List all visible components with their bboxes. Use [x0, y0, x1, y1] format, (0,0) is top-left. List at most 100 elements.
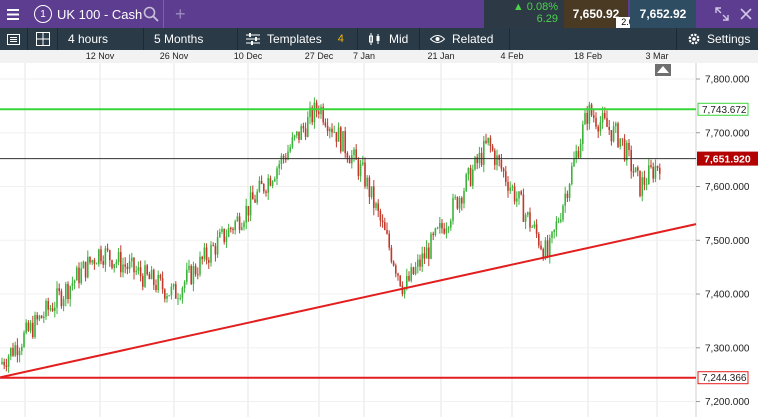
candle-body: [221, 228, 223, 232]
candle-body: [32, 322, 34, 338]
candle-body: [465, 174, 467, 191]
candle-body: [331, 128, 333, 133]
hamburger-menu-icon[interactable]: [0, 0, 26, 28]
close-icon[interactable]: [740, 0, 752, 28]
candle-body: [381, 220, 384, 223]
candle-body: [630, 150, 632, 172]
price-tick-label: 7,500.000: [705, 236, 750, 247]
candle-body: [225, 236, 228, 242]
candle-body: [599, 122, 602, 132]
candle-body: [133, 257, 135, 273]
templates-label: Templates: [267, 32, 322, 46]
candle-body: [126, 266, 129, 269]
candle-body: [236, 216, 239, 222]
candle-body: [553, 229, 555, 232]
candle-body: [40, 315, 43, 319]
candle-body: [212, 245, 214, 246]
candle-body: [62, 299, 65, 307]
add-tab-icon[interactable]: +: [175, 0, 186, 28]
search-icon[interactable]: [143, 0, 159, 28]
candle-body: [399, 275, 401, 286]
candle-body: [595, 117, 597, 127]
candle-body: [258, 180, 261, 192]
date-label: 7 Jan: [352, 51, 376, 61]
candle-body: [573, 158, 575, 167]
layout-grid-icon[interactable]: [28, 28, 58, 50]
buy-price-button[interactable]: 7,652.92: [630, 0, 696, 28]
candle-body: [179, 298, 181, 300]
price-axis: 7,800.000 7,700.000 7,600.000 7,500.000 7,40…: [0, 75, 750, 408]
chart-navigate-icon[interactable]: [655, 64, 671, 76]
candle-body: [164, 289, 166, 299]
candle-body: [210, 245, 212, 263]
price-type-label: Mid: [389, 32, 409, 46]
candle-body: [199, 256, 201, 275]
settings-button[interactable]: Settings: [676, 28, 758, 50]
candle-body: [436, 227, 439, 229]
period-selector[interactable]: 5 Months: [144, 28, 238, 50]
candle-body: [45, 300, 47, 317]
candle-body: [23, 332, 25, 347]
templates-button[interactable]: Templates 4: [238, 28, 358, 50]
candle-body: [87, 256, 89, 278]
candle-body: [577, 150, 580, 158]
candle-body: [289, 147, 291, 152]
price-type-selector[interactable]: Mid: [358, 28, 420, 50]
candle-body: [564, 193, 566, 206]
candle-body: [168, 295, 170, 297]
trend-line[interactable]: [0, 223, 697, 379]
candle-body: [265, 191, 267, 193]
candle-body: [3, 361, 5, 366]
candle-body: [230, 227, 232, 229]
chart-list-icon[interactable]: [0, 28, 28, 50]
candle-body: [375, 203, 377, 208]
candle-body: [612, 126, 615, 142]
candle-body: [106, 248, 109, 251]
candle-body: [518, 191, 520, 199]
candle-body: [84, 261, 87, 278]
candle-body: [388, 233, 390, 248]
candle-body: [575, 150, 577, 159]
expand-icon[interactable]: [715, 0, 729, 28]
candle-body: [219, 231, 221, 238]
related-button[interactable]: Related: [420, 28, 510, 50]
candle-body: [111, 260, 113, 269]
candle-body: [634, 167, 637, 173]
candle-body: [615, 123, 617, 127]
candle-body: [113, 264, 115, 269]
candle-body: [307, 117, 309, 137]
candle-body: [298, 131, 300, 140]
interval-selector[interactable]: 4 hours: [58, 28, 144, 50]
candle-body: [10, 347, 12, 357]
candle-body: [139, 267, 142, 276]
candle-body: [318, 111, 320, 115]
candle-body: [47, 300, 49, 310]
price-tick-label: 7,600.000: [705, 182, 750, 193]
change-percent-value: 0.08%: [526, 1, 558, 13]
price-chart[interactable]: 7,800.000 7,700.000 7,600.000 7,500.000 7,40…: [0, 63, 758, 417]
candle-body: [12, 347, 14, 356]
candle-body: [67, 283, 69, 300]
candle-body: [568, 184, 571, 198]
candle-body: [78, 267, 80, 284]
candle-body: [390, 247, 393, 262]
candle-body: [469, 167, 472, 186]
candle-body: [241, 227, 243, 230]
candle-body: [183, 281, 186, 289]
candle-body: [181, 288, 184, 299]
candle-body: [654, 166, 657, 179]
candle-body: [304, 128, 307, 137]
candle-body: [135, 270, 137, 273]
candle-body: [621, 138, 624, 140]
candle-body: [291, 137, 294, 148]
candle-body: [131, 257, 133, 262]
candle-body: [60, 291, 63, 307]
candle-body: [641, 177, 643, 197]
candle-body: [243, 222, 245, 228]
candle-body: [351, 155, 353, 164]
candle-body: [249, 192, 252, 216]
candle-body: [122, 264, 124, 273]
candle-body: [95, 263, 98, 265]
candle-body: [535, 224, 538, 234]
candle-body: [507, 182, 509, 191]
